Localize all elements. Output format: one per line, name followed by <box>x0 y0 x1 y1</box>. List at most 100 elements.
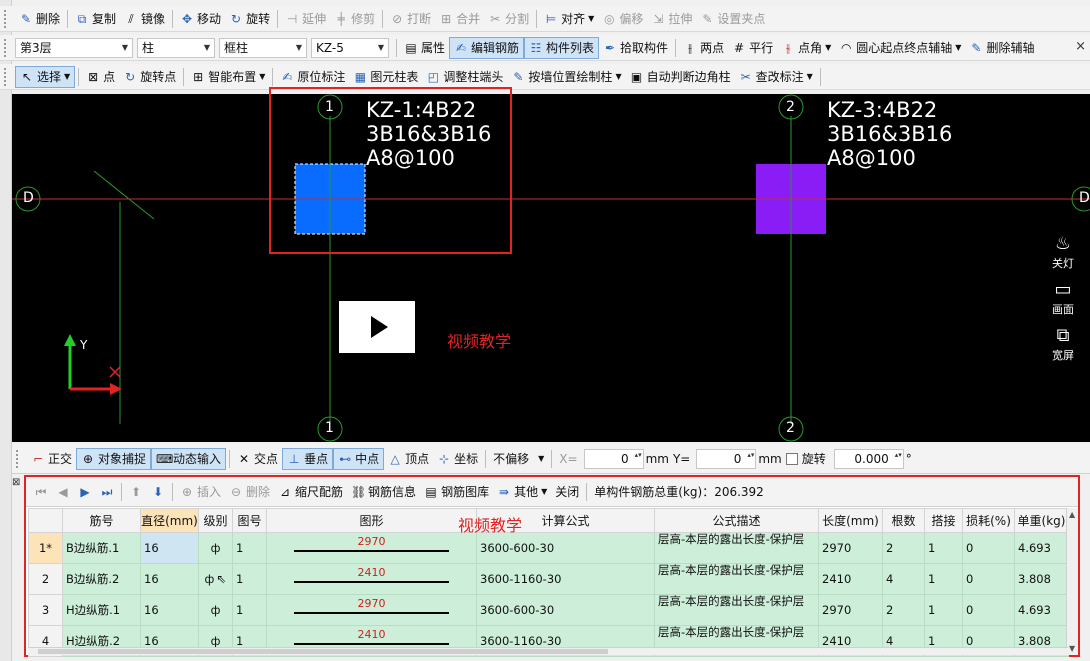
count-cell[interactable]: 2 <box>882 594 925 626</box>
video-tutorial-label[interactable]: 视频教学 <box>447 328 511 352</box>
properties-button[interactable]: ▤ 属性 <box>400 37 449 59</box>
formula-desc-cell[interactable]: 层高-本层的露出长度-保护层 <box>654 594 819 626</box>
pick-component-button[interactable]: ✒ 拾取构件 <box>599 37 672 59</box>
video-tutorial-label[interactable]: 视频教学 <box>458 512 522 536</box>
rebar-name-cell[interactable]: B边纵筋.1 <box>62 532 141 564</box>
header-cell[interactable]: 单重(kg) <box>1014 508 1069 533</box>
point-button[interactable]: ⊠ 点 <box>82 66 119 88</box>
header-cell[interactable]: 直径(mm) <box>140 508 199 533</box>
row-number[interactable]: 2 <box>28 563 63 595</box>
align-button[interactable]: ⊨ 对齐 ▼ <box>540 8 598 30</box>
header-cell[interactable]: 公式描述 <box>654 508 819 533</box>
formula-desc-cell[interactable]: 层高-本层的露出长度-保护层 <box>654 563 819 595</box>
delete-axis-button[interactable]: ✎ 删除辅轴 <box>965 37 1038 59</box>
rebar-name-cell[interactable]: B边纵筋.2 <box>62 563 141 595</box>
unit-weight-cell[interactable]: 4.693 <box>1014 532 1069 564</box>
x-offset-input[interactable]: 0 <box>583 448 644 469</box>
column2-annotation[interactable]: KZ-3:4B22 3B16&3B16 A8@100 <box>827 98 952 170</box>
toolbar-grip[interactable] <box>4 9 12 28</box>
type-select[interactable]: 框柱 ▼ <box>219 37 307 58</box>
drawing-canvas[interactable]: 1 2 1 2 D D KZ-1:4B22 3B16&3B16 A8@100 K… <box>12 94 1090 442</box>
midpoint-snap[interactable]: ⊷ 中点 <box>333 447 385 470</box>
other-button[interactable]: ⇛ 其他 ▼ <box>493 481 551 503</box>
screen-button[interactable]: ▭ 画面 <box>1052 279 1074 317</box>
header-cell[interactable]: 图号 <box>232 508 267 533</box>
header-cell[interactable]: 根数 <box>882 508 925 533</box>
length-cell[interactable]: 2410 <box>818 563 883 595</box>
original-annotation-button[interactable]: ✍ 原位标注 <box>276 66 349 88</box>
unit-weight-cell[interactable]: 4.693 <box>1014 594 1069 626</box>
intersection-snap[interactable]: ✕ 交点 <box>233 448 282 470</box>
diameter-cell[interactable]: 16 <box>140 563 199 595</box>
table-row[interactable]: 2 B边纵筋.2 16 ф ⇖ 1 2410 3600-1160-30 层高-本层… <box>28 563 1069 595</box>
arc-axis-button[interactable]: ◠ 圆心起点终点辅轴 ▼ <box>835 37 965 59</box>
figure-number-cell[interactable]: 1 <box>232 532 267 564</box>
offset-button[interactable]: ◎ 偏移 <box>598 8 647 30</box>
toolbar-grip[interactable] <box>16 449 24 468</box>
panel-pin-icon[interactable]: ⊠ <box>12 477 20 488</box>
perpendicular-snap[interactable]: ⊥ 垂点 <box>282 447 334 470</box>
rotate-checkbox[interactable] <box>785 452 798 465</box>
check-annotation-button[interactable]: ✂ 查改标注 ▼ <box>735 66 817 88</box>
mirror-button[interactable]: ⫽ 镜像 <box>120 8 169 30</box>
extend-button[interactable]: ⊣ 延伸 <box>281 8 330 30</box>
row-number[interactable]: 1* <box>28 532 63 564</box>
rebar-name-cell[interactable]: H边纵筋.1 <box>62 594 141 626</box>
table-row[interactable]: 3 H边纵筋.1 16 ф 1 2970 3600-600-30 层高-本层的露… <box>28 594 1069 626</box>
rebar-info-button[interactable]: ⛓ 钢筋信息 <box>347 481 420 503</box>
diameter-cell[interactable]: 16 <box>140 532 199 564</box>
formula-desc-cell[interactable]: 层高-本层的露出长度-保护层 <box>654 532 819 564</box>
header-cell[interactable]: 图形 <box>266 508 477 533</box>
formula-cell[interactable]: 3600-600-30 <box>476 594 655 626</box>
loss-cell[interactable]: 0 <box>962 594 1015 626</box>
column-table-button[interactable]: ▦ 图元柱表 <box>349 66 422 88</box>
smart-layout-button[interactable]: ⊞ 智能布置 ▼ <box>187 66 269 88</box>
rotate-input[interactable]: 0.000 <box>833 448 904 469</box>
adjust-column-end-button[interactable]: ◰ 调整柱端头 <box>422 66 507 88</box>
table-row[interactable]: 1* B边纵筋.1 16 ф 1 2970 3600-600-30 层高-本层的… <box>28 532 1069 564</box>
break-button[interactable]: ⊘ 打断 <box>386 8 435 30</box>
toolbar-grip[interactable] <box>4 67 12 86</box>
object-snap-button[interactable]: ⊕ 对象捕捉 <box>76 447 152 470</box>
parallel-button[interactable]: # 平行 <box>728 37 777 59</box>
merge-button[interactable]: ⊞ 合并 <box>435 8 484 30</box>
lap-cell[interactable]: 1 <box>924 532 963 564</box>
delete-button[interactable]: ✎ 删除 <box>15 8 64 30</box>
auto-corner-button[interactable]: ▣ 自动判断边角柱 <box>626 66 735 88</box>
move-up-button[interactable]: ⬆ <box>125 481 147 503</box>
category-select[interactable]: 柱 ▼ <box>137 37 215 58</box>
last-record-button[interactable]: ⏭ <box>96 481 118 503</box>
prev-record-button[interactable]: ◀ <box>52 481 74 503</box>
video-play-button[interactable] <box>339 301 415 353</box>
widescreen-button[interactable]: ⧉ 宽屏 <box>1052 325 1074 363</box>
loss-cell[interactable]: 0 <box>962 532 1015 564</box>
row-number[interactable]: 3 <box>28 594 63 626</box>
close-icon[interactable]: × <box>1075 39 1086 54</box>
move-down-button[interactable]: ⬇ <box>147 481 169 503</box>
length-cell[interactable]: 2970 <box>818 594 883 626</box>
dynamic-input-button[interactable]: ⌨ 动态输入 <box>151 447 227 470</box>
grade-cell[interactable]: ф ⇖ <box>198 563 233 595</box>
y-offset-input[interactable]: 0 <box>696 448 757 469</box>
shape-cell[interactable]: 2970 <box>266 594 477 626</box>
grade-cell[interactable]: ф <box>198 532 233 564</box>
shape-cell[interactable]: 2970 <box>266 532 477 564</box>
header-cell[interactable]: 筋号 <box>62 508 141 533</box>
delete-row-button[interactable]: ⊖ 删除 <box>225 481 274 503</box>
grip-point-button[interactable]: ✎ 设置夹点 <box>696 8 769 30</box>
close-panel-button[interactable]: 关闭 <box>551 481 583 503</box>
scrollbar-thumb[interactable] <box>38 649 608 654</box>
insert-button[interactable]: ⊕ 插入 <box>176 481 225 503</box>
offset-mode-select[interactable]: 不偏移 ▼ <box>489 448 548 470</box>
split-button[interactable]: ✂ 分割 <box>484 8 533 30</box>
scale-rebar-button[interactable]: ⊿ 缩尺配筋 <box>274 481 347 503</box>
lamp-off-button[interactable]: ♨ 关灯 <box>1052 233 1074 271</box>
scroll-up-icon[interactable]: ▲ <box>1069 510 1075 519</box>
lap-cell[interactable]: 1 <box>924 594 963 626</box>
rotate-point-button[interactable]: ↻ 旋转点 <box>119 66 180 88</box>
move-button[interactable]: ✥ 移动 <box>176 8 225 30</box>
header-cell[interactable]: 长度(mm) <box>818 508 883 533</box>
next-record-button[interactable]: ▶ <box>74 481 96 503</box>
coordinate-snap[interactable]: ⊹ 坐标 <box>433 448 482 470</box>
header-cell[interactable]: 搭接 <box>924 508 963 533</box>
